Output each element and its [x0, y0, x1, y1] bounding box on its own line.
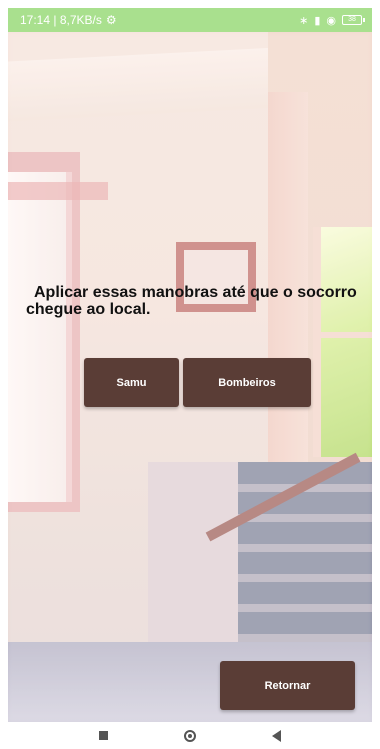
status-bar: 17:14 | 8,7KB/s ⚙ ∗ ▮ ◉ 38	[8, 8, 372, 32]
battery-icon: 38	[342, 15, 365, 25]
battery-level: 38	[348, 16, 356, 23]
signal-icon: ▮	[314, 14, 321, 27]
recents-icon[interactable]	[99, 731, 108, 740]
settings-icon: ⚙	[105, 13, 117, 27]
bombeiros-button[interactable]: Bombeiros	[183, 358, 311, 407]
status-right: ∗ ▮ ◉ 38	[299, 14, 365, 27]
home-icon[interactable]	[184, 729, 196, 742]
app-screen: 17:14 | 8,7KB/s ⚙ ∗ ▮ ◉ 38 Aplicar essas…	[0, 0, 380, 749]
wifi-icon: ◉	[326, 14, 336, 27]
navigation-bar	[0, 722, 380, 749]
back-icon[interactable]	[272, 729, 281, 742]
bluetooth-icon: ∗	[299, 14, 309, 27]
status-time-speed: 17:14 | 8,7KB/s	[20, 13, 102, 27]
samu-button[interactable]: Samu	[84, 358, 179, 407]
retornar-button[interactable]: Retornar	[220, 661, 355, 710]
status-left: 17:14 | 8,7KB/s ⚙	[20, 13, 117, 27]
instruction-text: Aplicar essas manobras até que o socorro…	[26, 284, 357, 318]
